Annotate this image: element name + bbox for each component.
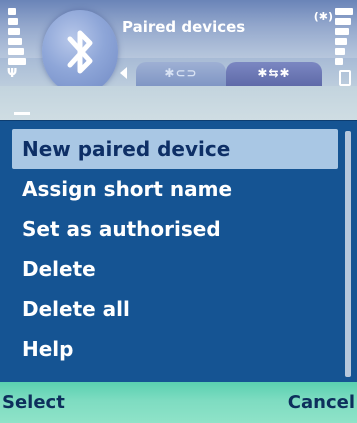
bluetooth-paired-devices-icon: ✱⇆✱	[257, 66, 291, 80]
options-menu-list: New paired device Assign short name Set …	[12, 129, 338, 379]
list-marker	[14, 112, 30, 115]
antenna-icon: Ψ	[7, 66, 18, 80]
menu-item-delete[interactable]: Delete	[12, 249, 338, 289]
main-pane-edge	[0, 86, 357, 120]
signal-strength-icon	[8, 8, 26, 68]
bluetooth-settings-icon: ✱⊂⊃	[164, 66, 198, 80]
tab-paired-devices[interactable]: ✱⇆✱	[226, 62, 322, 86]
page-title: Paired devices	[122, 18, 246, 36]
menu-item-help[interactable]: Help	[12, 329, 338, 369]
bluetooth-status-icon: (✱)	[313, 10, 333, 23]
battery-level-icon	[335, 8, 353, 68]
menu-item-set-as-authorised[interactable]: Set as authorised	[12, 209, 338, 249]
menu-item-assign-short-name[interactable]: Assign short name	[12, 169, 338, 209]
status-pane: Ψ (✱) Paired devices ✱⊂⊃ ✱⇆✱	[0, 0, 357, 120]
menu-item-delete-all[interactable]: Delete all	[12, 289, 338, 329]
battery-icon	[339, 70, 351, 86]
select-softkey[interactable]: Select	[2, 392, 65, 413]
bluetooth-glyph-icon	[67, 30, 93, 74]
scrollbar[interactable]	[345, 131, 351, 377]
tab-bluetooth-settings[interactable]: ✱⊂⊃	[136, 62, 226, 86]
softkey-bar: Select Cancel	[0, 382, 357, 423]
tab-left-arrow-icon[interactable]	[120, 67, 127, 79]
menu-item-new-paired-device[interactable]: New paired device	[12, 129, 338, 169]
cancel-softkey[interactable]: Cancel	[288, 392, 355, 413]
options-menu: New paired device Assign short name Set …	[0, 120, 357, 383]
bluetooth-icon	[42, 10, 118, 94]
